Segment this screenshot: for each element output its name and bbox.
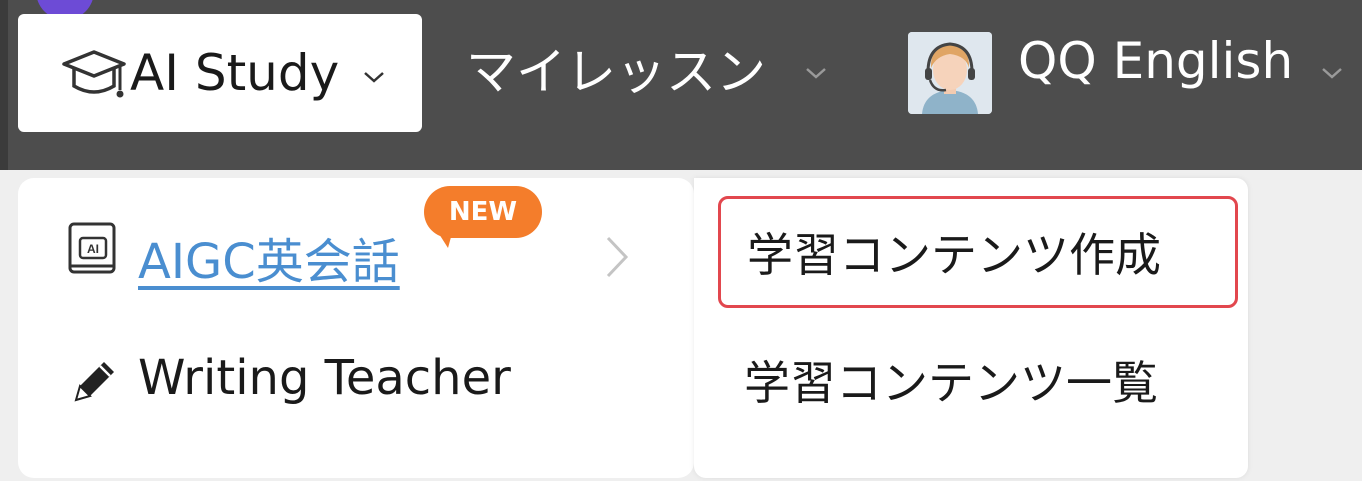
nav-item-qq-english[interactable]: QQ English: [1018, 32, 1293, 90]
submenu-item-create-content[interactable]: 学習コンテンツ作成: [718, 196, 1238, 308]
avatar[interactable]: [908, 32, 992, 114]
menu-item-writing-teacher[interactable]: Writing Teacher: [138, 350, 511, 406]
menu-item-aigc-conversation[interactable]: AIGC英会話: [138, 222, 400, 292]
graduation-cap-icon: [62, 50, 126, 98]
navbar-edge: [0, 0, 8, 170]
ai-book-icon: AI: [68, 222, 116, 274]
submenu-item-label: 学習コンテンツ一覧: [744, 356, 1158, 410]
new-badge-label: NEW: [424, 186, 542, 238]
chevron-down-icon[interactable]: [1320, 66, 1344, 80]
nav-item-my-lessons[interactable]: マイレッスン: [466, 32, 766, 104]
pencil-icon: [74, 362, 114, 402]
aigc-submenu: 学習コンテンツ作成 学習コンテンツ一覧: [694, 178, 1248, 478]
submenu-item-label: 学習コンテンツ作成: [747, 228, 1161, 282]
support-agent-avatar: [908, 32, 992, 114]
nav-item-label: AI Study: [130, 44, 340, 102]
ai-study-dropdown: AI AIGC英会話 NEW Writing Teacher: [18, 178, 694, 478]
chevron-down-icon: [364, 72, 384, 83]
nav-item-label: マイレッスン: [466, 43, 766, 101]
nav-item-label: QQ English: [1018, 32, 1294, 90]
new-badge: NEW: [424, 186, 560, 252]
submenu-item-content-list[interactable]: 学習コンテンツ一覧: [718, 324, 1238, 436]
chevron-down-icon[interactable]: [804, 66, 828, 80]
nav-item-ai-study[interactable]: AI Study: [18, 14, 422, 132]
svg-text:AI: AI: [87, 242, 99, 256]
top-navbar: AI Study マイレッスン QQ English: [0, 0, 1362, 170]
chevron-right-icon[interactable]: [604, 234, 630, 280]
